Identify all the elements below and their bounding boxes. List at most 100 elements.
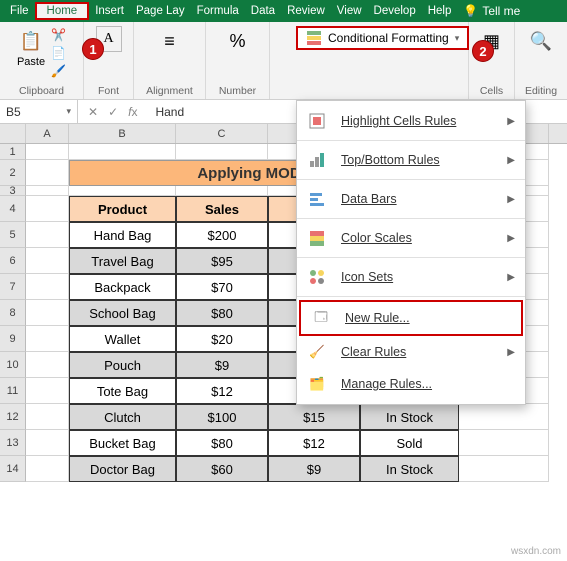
tab-home[interactable]: Home (35, 2, 90, 20)
menu-color-scales[interactable]: Color Scales ▶ (297, 222, 525, 254)
cell-d[interactable]: $12 (268, 430, 360, 456)
menu-label: Color Scales (341, 231, 412, 245)
cell-sales[interactable]: $20 (176, 326, 268, 352)
tab-review[interactable]: Review (281, 2, 331, 20)
menu-icon-sets[interactable]: Icon Sets ▶ (297, 261, 525, 293)
number-icon[interactable]: % (224, 26, 252, 56)
cell-sales[interactable]: $12 (176, 378, 268, 404)
cell-sales[interactable]: $95 (176, 248, 268, 274)
icon-sets-icon (307, 267, 327, 287)
select-all-corner[interactable] (0, 124, 26, 143)
paste-icon[interactable]: 📋 (17, 26, 45, 56)
bulb-icon: 💡 (463, 4, 478, 18)
cell-d[interactable]: $9 (268, 456, 360, 482)
cell-sales[interactable]: $70 (176, 274, 268, 300)
tab-pagelayout[interactable]: Page Lay (130, 2, 191, 20)
menu-label: Manage Rules... (341, 377, 432, 391)
copy-icon[interactable]: 📄 (51, 46, 66, 60)
chevron-right-icon: ▶ (507, 116, 515, 127)
col-A[interactable]: A (26, 124, 69, 143)
name-box-value: B5 (6, 105, 21, 119)
chevron-right-icon: ▶ (507, 233, 515, 244)
chevron-down-icon: ▾ (66, 106, 71, 117)
chevron-right-icon: ▶ (507, 155, 515, 166)
menu-label: Data Bars (341, 192, 397, 206)
menu-clear-rules[interactable]: 🧹 Clear Rules ▶ (297, 336, 525, 368)
tab-insert[interactable]: Insert (89, 2, 130, 20)
annotation-2: 2 (472, 40, 494, 62)
data-bars-icon (307, 189, 327, 209)
cell-product[interactable]: Doctor Bag (69, 456, 176, 482)
menu-tabs: File Home Insert Page Lay Formula Data R… (0, 0, 567, 22)
conditional-formatting-label: Conditional Formatting (328, 31, 449, 45)
cell-product[interactable]: School Bag (69, 300, 176, 326)
cell-sales[interactable]: $100 (176, 404, 268, 430)
annotation-1: 1 (82, 38, 104, 60)
cell-e[interactable]: In Stock (360, 456, 459, 482)
cell-e[interactable]: Sold (360, 430, 459, 456)
chevron-right-icon: ▶ (507, 194, 515, 205)
tab-file[interactable]: File (4, 2, 35, 20)
menu-label: Highlight Cells Rules (341, 114, 456, 128)
conditional-formatting-button[interactable]: Conditional Formatting ▾ (296, 26, 469, 50)
name-box[interactable]: B5 ▾ (0, 100, 78, 123)
menu-label: Top/Bottom Rules (341, 153, 440, 167)
menu-new-rule[interactable]: 🗔 New Rule... (299, 300, 523, 336)
editing-icon[interactable]: 🔍 (527, 26, 555, 56)
cancel-icon[interactable]: ✕ (88, 105, 98, 119)
tab-formulas[interactable]: Formula (191, 2, 245, 20)
cell-product[interactable]: Wallet (69, 326, 176, 352)
menu-label: Clear Rules (341, 345, 406, 359)
paste-label: Paste (17, 56, 45, 68)
group-editing: Editing (525, 85, 557, 97)
alignment-icon[interactable]: ≡ (156, 26, 184, 56)
menu-top-bottom-rules[interactable]: Top/Bottom Rules ▶ (297, 144, 525, 176)
tab-help[interactable]: Help (422, 2, 458, 20)
cell-product[interactable]: Clutch (69, 404, 176, 430)
cell-product[interactable]: Travel Bag (69, 248, 176, 274)
cell-product[interactable]: Pouch (69, 352, 176, 378)
header-sales: Sales (176, 196, 268, 222)
color-scales-icon (307, 228, 327, 248)
group-clipboard: Clipboard (19, 85, 64, 97)
enter-icon[interactable]: ✓ (108, 105, 118, 119)
menu-data-bars[interactable]: Data Bars ▶ (297, 183, 525, 215)
cell-product[interactable]: Hand Bag (69, 222, 176, 248)
conditional-formatting-menu: Highlight Cells Rules ▶ Top/Bottom Rules… (296, 100, 526, 405)
cell-sales[interactable]: $9 (176, 352, 268, 378)
conditional-formatting-icon (306, 30, 322, 46)
tab-data[interactable]: Data (245, 2, 281, 20)
group-font: Font (98, 85, 119, 97)
cell-sales[interactable]: $200 (176, 222, 268, 248)
cell-product[interactable]: Bucket Bag (69, 430, 176, 456)
group-cells: Cells (480, 85, 503, 97)
tab-view[interactable]: View (331, 2, 368, 20)
top-bottom-icon (307, 150, 327, 170)
tell-me[interactable]: 💡 Tell me (463, 4, 520, 18)
new-rule-icon: 🗔 (311, 308, 331, 328)
col-B[interactable]: B (69, 124, 176, 143)
watermark: wsxdn.com (511, 546, 561, 557)
chevron-down-icon: ▾ (455, 33, 460, 44)
tab-developer[interactable]: Develop (368, 2, 422, 20)
header-product: Product (69, 196, 176, 222)
tell-me-label: Tell me (482, 4, 520, 18)
cell-e[interactable]: In Stock (360, 404, 459, 430)
format-painter-icon[interactable]: 🖌️ (51, 64, 66, 78)
cell-sales[interactable]: $80 (176, 300, 268, 326)
cell-product[interactable]: Backpack (69, 274, 176, 300)
cell-d[interactable]: $15 (268, 404, 360, 430)
cell-sales[interactable]: $60 (176, 456, 268, 482)
chevron-right-icon: ▶ (507, 347, 515, 358)
fx-icon[interactable]: fx (128, 105, 137, 119)
menu-label: Icon Sets (341, 270, 393, 284)
group-alignment: Alignment (146, 85, 193, 97)
menu-manage-rules[interactable]: 🗂️ Manage Rules... (297, 368, 525, 400)
cell-product[interactable]: Tote Bag (69, 378, 176, 404)
col-C[interactable]: C (176, 124, 268, 143)
cell-sales[interactable]: $80 (176, 430, 268, 456)
menu-highlight-cells-rules[interactable]: Highlight Cells Rules ▶ (297, 105, 525, 137)
menu-label: New Rule... (345, 311, 410, 325)
cut-icon[interactable]: ✂️ (51, 28, 66, 42)
clear-rules-icon: 🧹 (307, 342, 327, 362)
